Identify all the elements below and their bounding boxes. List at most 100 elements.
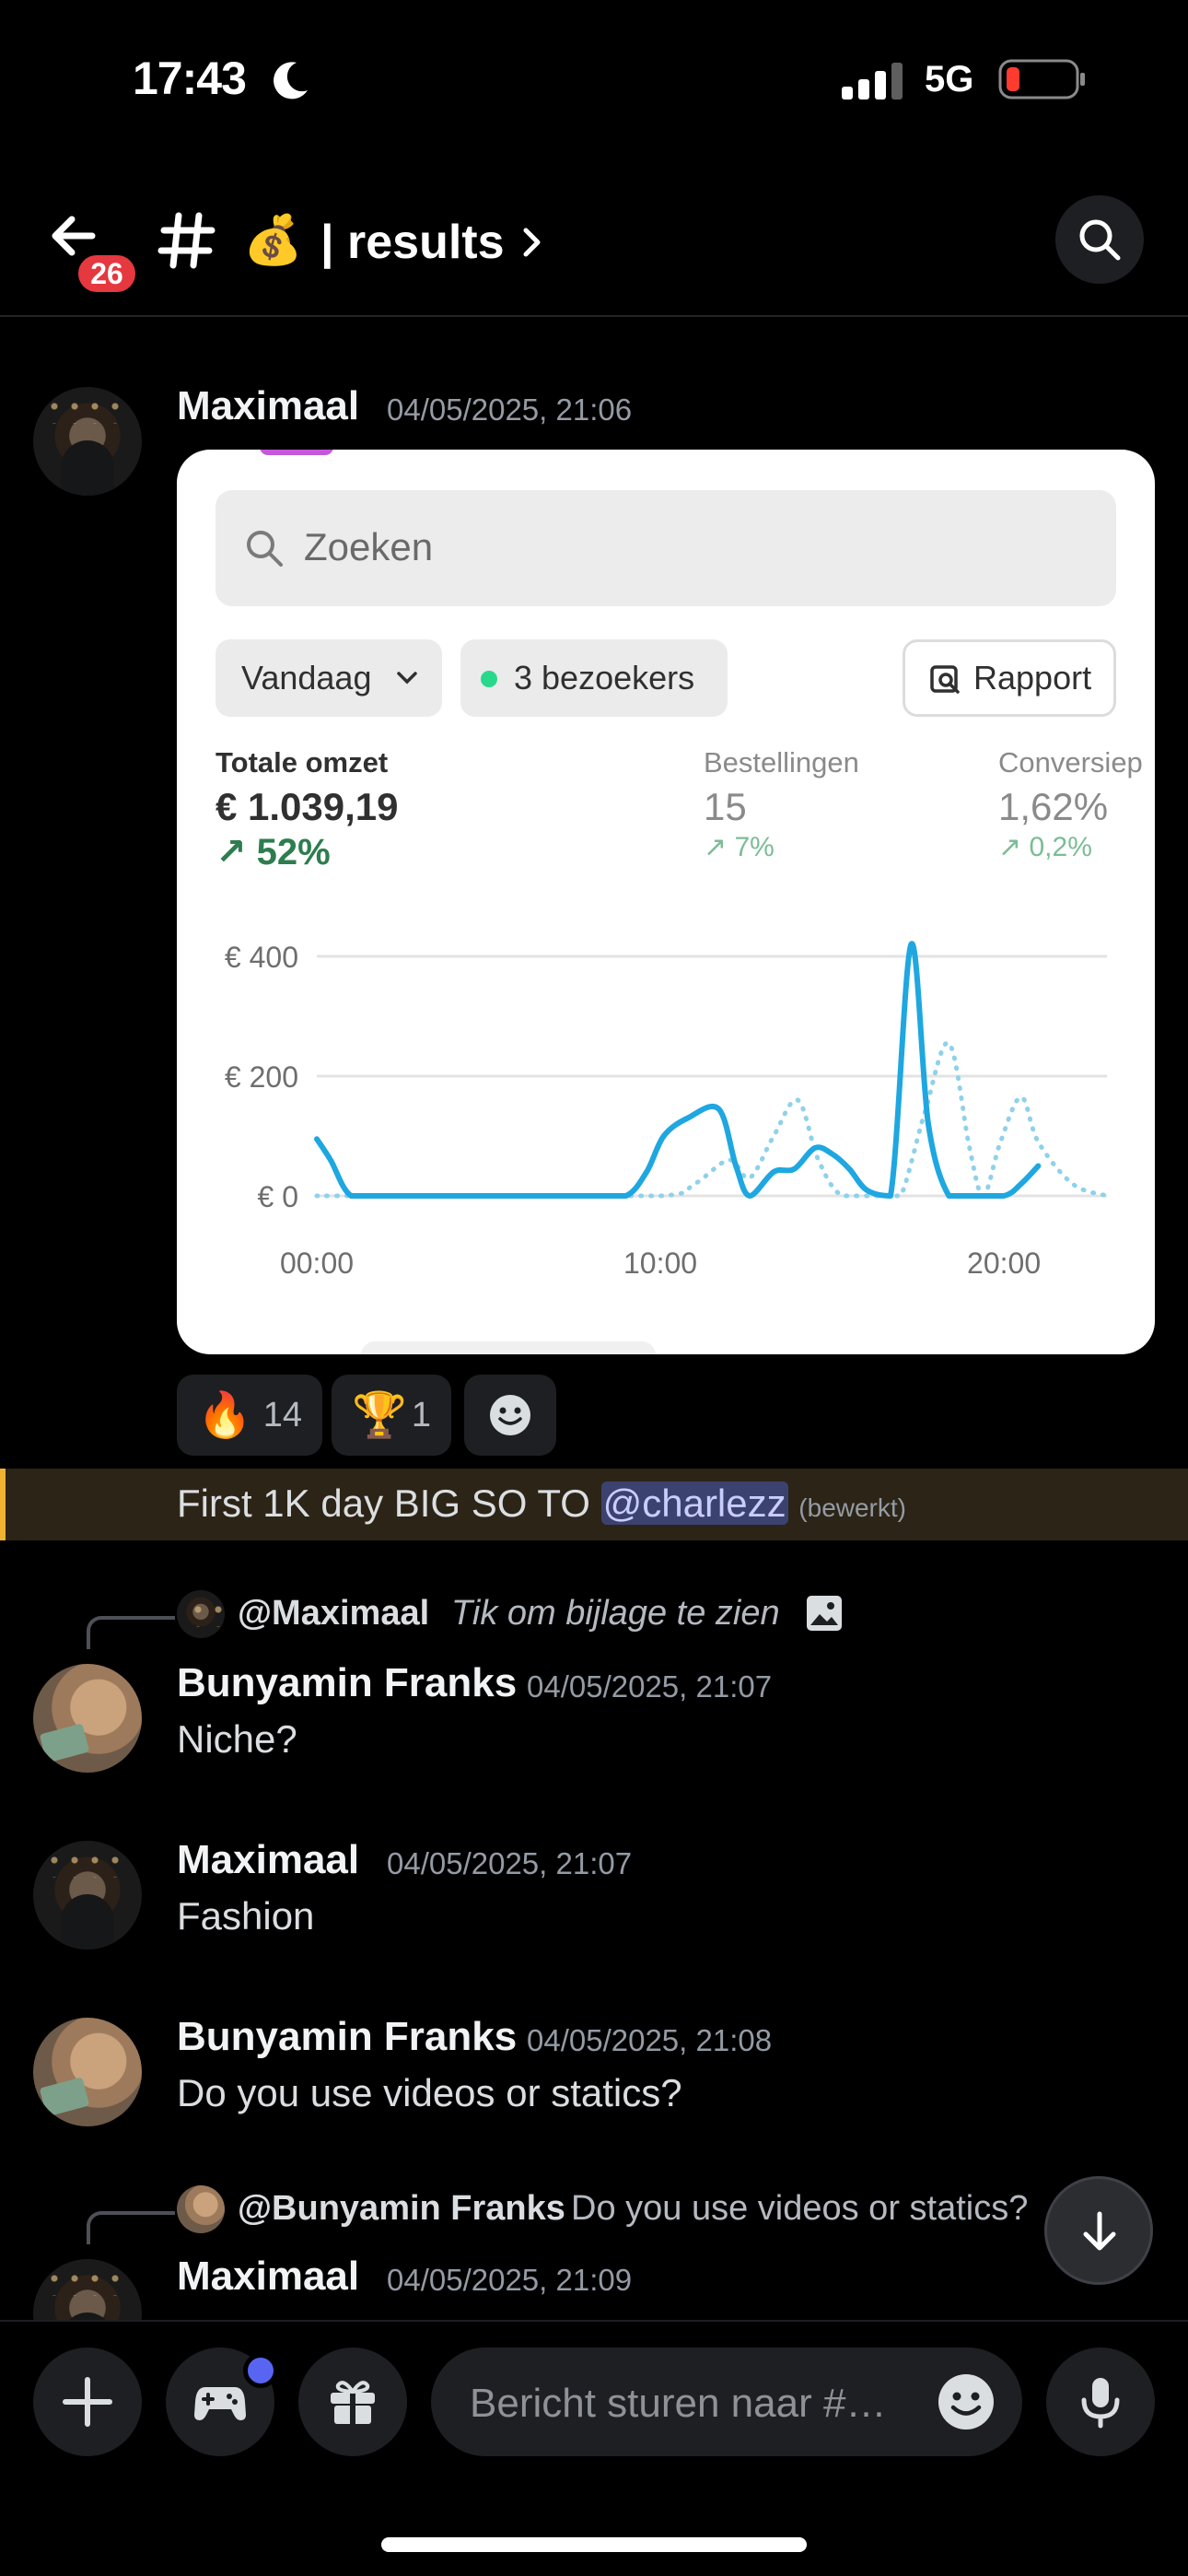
- channel-header: 26 💰 | results: [0, 184, 1188, 317]
- edited-label: (bewerkt): [798, 1493, 906, 1522]
- gift-button[interactable]: [298, 2348, 407, 2456]
- y-tick-label: € 200: [225, 1060, 298, 1094]
- chevron-right-icon[interactable]: [521, 227, 543, 258]
- message-text: First 1K day BIG SO TO @charlezz (bewerk…: [177, 1481, 906, 1526]
- metric-delta-value: 7%: [734, 832, 775, 862]
- message-author[interactable]: Bunyamin Franks: [177, 1660, 517, 1706]
- message-timestamp: 04/05/2025, 21:06: [387, 392, 633, 427]
- message-text-before: First 1K day BIG SO TO: [177, 1481, 601, 1525]
- attachment-edge-decoration: [260, 450, 333, 455]
- avatar[interactable]: [33, 2018, 142, 2126]
- message-author[interactable]: Maximaal: [177, 383, 359, 429]
- x-tick-label: 00:00: [280, 1247, 354, 1280]
- message-author[interactable]: Maximaal: [177, 1837, 359, 1883]
- moon-icon: [274, 62, 308, 100]
- sales-series-line: [314, 941, 1042, 1199]
- signal-icon: [842, 63, 903, 100]
- message-timestamp: 04/05/2025, 21:08: [527, 2023, 773, 2057]
- metric-label: Conversiep: [998, 746, 1143, 779]
- message-feed[interactable]: Maximaal 04/05/2025, 21:06 Zoeken Vandaa…: [0, 319, 1188, 2320]
- unread-badge: 26: [74, 251, 140, 297]
- message-text: Niche?: [177, 1717, 297, 1761]
- date-filter-label: Vandaag: [241, 659, 372, 697]
- attachment-search-placeholder: Zoeken: [304, 525, 434, 568]
- message-text: Do you use videos or statics?: [177, 2071, 682, 2114]
- y-tick-label: € 0: [258, 1180, 298, 1213]
- network-type: 5G: [925, 59, 974, 100]
- hash-icon: [157, 212, 215, 269]
- mention-highlight-row: First 1K day BIG SO TO @charlezz (bewerk…: [0, 1469, 1188, 1540]
- metric-delta: ↗ 52%: [215, 832, 331, 872]
- visitors-label: 3 bezoekers: [514, 659, 695, 697]
- message-timestamp: 04/05/2025, 21:09: [387, 2263, 633, 2297]
- metric-label: Bestellingen: [704, 746, 859, 779]
- jump-to-latest-button[interactable]: [1044, 2176, 1153, 2285]
- reply-preview[interactable]: Tik om bijlage te zien: [451, 1594, 780, 1633]
- status-bar: 17:43 5G: [0, 0, 1188, 166]
- avatar[interactable]: [33, 1841, 142, 1950]
- chevron-down-icon: [397, 672, 417, 685]
- reaction-trophy[interactable]: 🏆 1: [332, 1375, 451, 1456]
- report-icon: [930, 665, 960, 694]
- plus-icon: [63, 2377, 112, 2427]
- image-attachment[interactable]: Zoeken Vandaag 3 bezoekers Rapport Total…: [177, 450, 1155, 1354]
- comparison-series-line: [314, 1040, 1110, 1199]
- fire-emoji: 🔥: [197, 1389, 252, 1441]
- message-timestamp: 04/05/2025, 21:07: [527, 1669, 773, 1704]
- live-dot-icon: [481, 671, 497, 687]
- status-time: 17:43: [133, 53, 247, 104]
- image-icon: [807, 1596, 842, 1631]
- metric-delta: ↗ 0,2%: [998, 832, 1092, 862]
- attachment-bottom-edge: [361, 1341, 656, 1354]
- emoji-picker-icon[interactable]: [936, 2371, 996, 2432]
- metric-label: Totale omzet: [215, 746, 389, 779]
- date-filter: Vandaag: [215, 639, 442, 717]
- visitors-chip: 3 bezoekers: [460, 639, 728, 717]
- message-author[interactable]: Bunyamin Franks: [177, 2014, 517, 2060]
- y-tick-label: € 400: [225, 941, 298, 974]
- attach-button[interactable]: [33, 2348, 142, 2456]
- metric-delta: ↗ 7%: [704, 832, 775, 862]
- metric-conversion: Conversiep 1,62% ↗ 0,2%: [998, 746, 1143, 863]
- notification-dot: [243, 2353, 278, 2388]
- home-indicator: [381, 2537, 807, 2552]
- metric-orders: Bestellingen 15 ↗ 7%: [704, 746, 859, 863]
- reaction-count: 14: [262, 1396, 302, 1434]
- gift-icon: [331, 2381, 375, 2426]
- message-input-placeholder: Bericht sturen naar #…: [470, 2381, 887, 2426]
- channel-name[interactable]: | results: [320, 212, 505, 273]
- metric-delta-value: 52%: [256, 832, 331, 872]
- search-icon: [1079, 219, 1121, 261]
- user-mention[interactable]: @charlezz: [600, 1481, 788, 1525]
- reaction-count: 1: [411, 1396, 431, 1434]
- metric-value: € 1.039,19: [215, 785, 399, 828]
- message-author[interactable]: Maximaal: [177, 2254, 359, 2300]
- reply-avatar: [177, 2185, 225, 2233]
- avatar[interactable]: [33, 2259, 142, 2320]
- metric-value: 15: [704, 785, 747, 828]
- attachment-search-bar: Zoeken: [215, 490, 1116, 606]
- sales-line-chart: € 400 € 200 € 0 00:00 10:00 20:00: [225, 941, 1110, 1280]
- reply-author[interactable]: @Bunyamin Franks: [238, 2189, 565, 2229]
- reply-avatar: [177, 1590, 225, 1638]
- avatar[interactable]: [33, 1664, 142, 1773]
- search-button[interactable]: [1055, 195, 1144, 284]
- metric-total-sales: Totale omzet € 1.039,19 ↗ 52%: [215, 746, 399, 873]
- microphone-icon: [1081, 2378, 1120, 2429]
- reaction-fire[interactable]: 🔥 14: [177, 1375, 322, 1456]
- message-text: Fashion: [177, 1894, 315, 1938]
- message-input[interactable]: Bericht sturen naar #…: [431, 2348, 1022, 2456]
- add-reaction-button[interactable]: [464, 1375, 556, 1456]
- voice-message-button[interactable]: [1046, 2348, 1155, 2456]
- battery-icon: [998, 59, 1085, 100]
- x-tick-label: 10:00: [623, 1247, 697, 1280]
- reply-preview[interactable]: Do you use videos or statics?: [571, 2189, 1028, 2229]
- trophy-emoji: 🏆: [352, 1389, 407, 1441]
- metric-value: 1,62%: [998, 785, 1109, 828]
- search-icon: [247, 531, 283, 567]
- smiley-icon: [490, 1395, 530, 1435]
- avatar[interactable]: [33, 387, 142, 496]
- reply-connector: [87, 2211, 175, 2244]
- reply-author[interactable]: @Maximaal: [238, 1594, 429, 1633]
- reply-connector: [87, 1616, 175, 1649]
